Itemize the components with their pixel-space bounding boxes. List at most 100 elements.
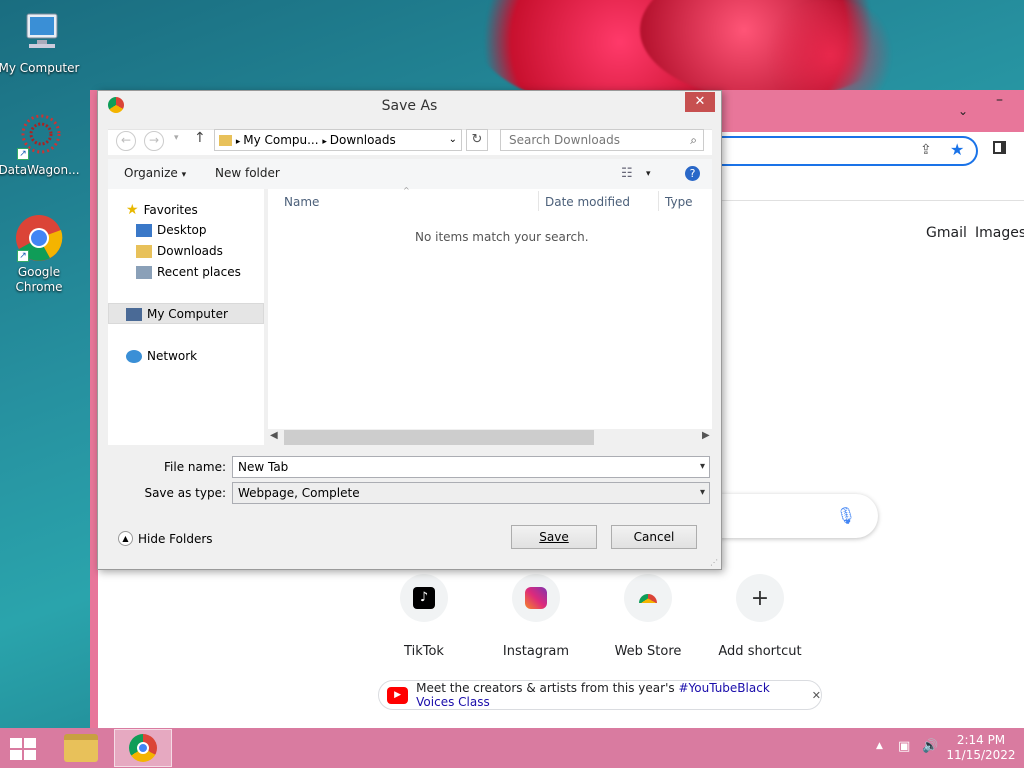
chrome-icon	[129, 734, 157, 762]
nav-label: Recent places	[157, 265, 241, 279]
nav-label: Downloads	[157, 244, 223, 258]
hide-folders-label: Hide Folders	[138, 531, 213, 546]
save-button[interactable]: Save	[511, 525, 597, 549]
clock-time: 2:14 PM	[956, 733, 1006, 747]
chevron-down-icon[interactable]: ▾	[700, 483, 705, 503]
up-arrow-icon[interactable]: ↑	[194, 130, 206, 146]
nav-desktop[interactable]: Desktop	[136, 223, 207, 237]
omnibox[interactable]	[718, 136, 978, 166]
scroll-left-icon[interactable]: ◀	[270, 430, 278, 441]
dialog-close-button[interactable]: ✕	[685, 92, 715, 112]
column-name[interactable]: Name	[284, 195, 319, 209]
shortcut-instagram[interactable]: Instagram	[486, 574, 586, 659]
microphone-icon[interactable]: 🎙	[836, 506, 856, 525]
scrollbar-thumb[interactable]	[284, 430, 594, 445]
desktop-icon-label: My Computer	[0, 61, 80, 75]
bookmark-star-icon[interactable]: ★	[950, 140, 964, 159]
nav-favorites[interactable]: ★ Favorites	[126, 202, 198, 218]
hide-folders-toggle[interactable]: ▲ Hide Folders	[118, 531, 213, 546]
taskbar-chrome-button[interactable]	[114, 729, 172, 767]
chevron-down-icon[interactable]: ⌄	[449, 130, 457, 150]
chevron-down-icon[interactable]: ▾	[646, 169, 651, 179]
share-icon[interactable]: ⇪	[920, 142, 932, 158]
plus-icon: +	[736, 574, 784, 622]
start-button[interactable]	[10, 738, 38, 760]
cancel-button[interactable]: Cancel	[611, 525, 697, 549]
google-search-box[interactable]: 🎙	[718, 494, 878, 538]
save-type-select[interactable]: Webpage, Complete ▾	[232, 482, 710, 504]
search-placeholder: Search Downloads	[509, 133, 620, 147]
desktop-icon-label: Google Chrome	[15, 265, 63, 294]
sort-caret-icon: ^	[403, 186, 410, 195]
shortcut-add[interactable]: + Add shortcut	[710, 574, 810, 659]
computer-icon	[126, 307, 142, 321]
shortcut-web-store[interactable]: Web Store	[598, 574, 698, 659]
network-icon	[126, 349, 142, 363]
forward-button[interactable]: →	[144, 131, 164, 151]
nav-label: My Computer	[147, 307, 228, 321]
network-tray-icon[interactable]: ▣	[898, 739, 910, 754]
search-input[interactable]: Search Downloads ⌕	[500, 129, 704, 151]
shortcut-label: TikTok	[404, 644, 444, 659]
breadcrumb-computer[interactable]: My Compu...	[243, 133, 318, 147]
column-type[interactable]: Type	[665, 195, 693, 209]
shortcut-arrow-icon: ↗	[17, 148, 29, 160]
side-panel-icon[interactable]	[993, 141, 1006, 154]
promo-text: Meet the creators & artists from this ye…	[416, 681, 679, 695]
file-name-label: File name:	[164, 460, 226, 474]
breadcrumb[interactable]: ▸ My Compu... ▸ Downloads ⌄	[214, 129, 462, 151]
star-icon: ★	[126, 202, 139, 218]
promo-banner[interactable]: ▶ Meet the creators & artists from this …	[378, 680, 822, 710]
nav-label: Favorites	[143, 203, 198, 217]
save-as-dialog: Save As ✕ ← → ▾ ↑ ▸ My Compu... ▸ Downlo…	[97, 90, 722, 570]
shortcut-arrow-icon: ↗	[17, 250, 29, 262]
resize-grip-icon[interactable]: ⋰	[710, 558, 718, 567]
tiktok-icon: ♪	[400, 574, 448, 622]
chevron-down-icon[interactable]: ▾	[700, 457, 705, 477]
clock[interactable]: 2:14 PM 11/15/2022	[946, 733, 1016, 763]
youtube-icon: ▶	[387, 686, 409, 704]
view-options-icon[interactable]: ☷	[621, 166, 633, 181]
dialog-title: Save As	[381, 98, 438, 114]
shortcut-tiktok[interactable]: ♪ TikTok	[374, 574, 474, 659]
nav-network[interactable]: Network	[126, 349, 197, 363]
tab-search-chevron-icon[interactable]: ⌄	[958, 104, 968, 118]
instagram-icon	[512, 574, 560, 622]
promo-close-icon[interactable]: ✕	[812, 689, 821, 702]
desktop-icon-my-computer[interactable]: My Computer	[0, 10, 81, 76]
file-explorer-icon[interactable]	[64, 734, 98, 762]
help-icon[interactable]: ?	[685, 166, 700, 181]
back-button[interactable]: ←	[116, 131, 136, 151]
nav-recent-places[interactable]: Recent places	[136, 265, 241, 279]
file-name-input[interactable]: New Tab ▾	[232, 456, 710, 478]
breadcrumb-downloads[interactable]: Downloads	[330, 133, 396, 147]
nav-my-computer[interactable]: My Computer	[126, 307, 228, 321]
datawagon-icon: ↗	[15, 112, 63, 160]
new-folder-button[interactable]: New folder	[215, 166, 280, 180]
nav-downloads[interactable]: Downloads	[136, 244, 223, 258]
tray-expand-icon[interactable]: ▲	[876, 741, 883, 751]
minimize-icon[interactable]: –	[996, 92, 1003, 108]
desktop-icon-datawagon[interactable]: ↗ DataWagon...	[0, 112, 81, 178]
save-type-label: Save as type:	[144, 486, 226, 500]
images-link[interactable]: Images	[975, 225, 1024, 241]
recent-locations-icon[interactable]: ▾	[174, 133, 179, 143]
desktop-icon	[136, 223, 152, 237]
desktop-icon-google-chrome[interactable]: ↗ Google Chrome	[0, 214, 81, 295]
scroll-right-icon[interactable]: ▶	[702, 430, 710, 441]
nav-label: Desktop	[157, 223, 207, 237]
computer-icon	[15, 10, 63, 58]
chrome-icon	[108, 97, 124, 113]
volume-icon[interactable]: 🔊	[922, 739, 938, 754]
file-list	[268, 189, 712, 445]
shortcut-label: Instagram	[502, 644, 570, 659]
gmail-link[interactable]: Gmail	[926, 225, 967, 241]
search-icon: ⌕	[690, 133, 697, 147]
taskbar: ▲ ▣ 🔊 2:14 PM 11/15/2022	[0, 728, 1024, 768]
refresh-button[interactable]: ↻	[466, 129, 488, 151]
recent-places-icon	[136, 265, 152, 279]
organize-menu[interactable]: Organize ▾	[124, 166, 186, 180]
desktop-icon-label: DataWagon...	[0, 163, 80, 177]
column-divider	[538, 191, 539, 211]
column-date-modified[interactable]: Date modified	[545, 195, 630, 209]
